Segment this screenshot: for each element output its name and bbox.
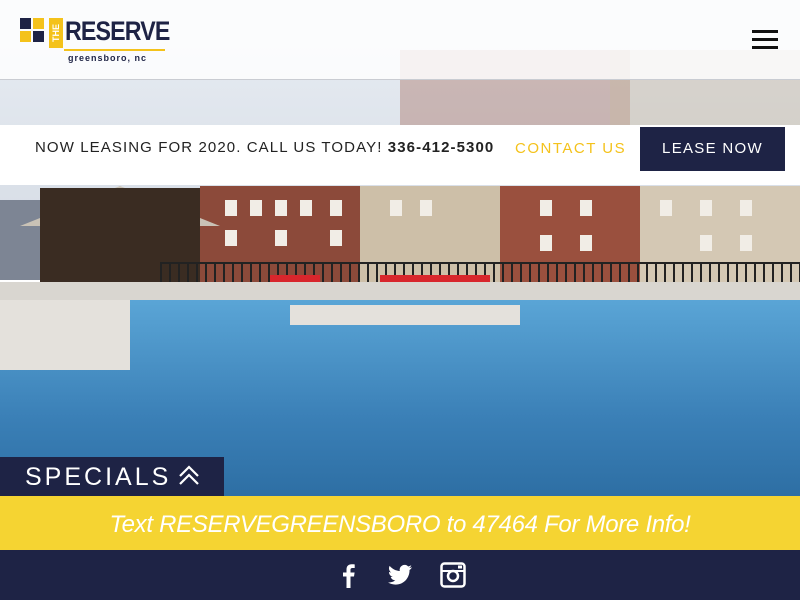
logo-city: greensboro, nc xyxy=(68,53,148,63)
logo-wordmark: RESERVE xyxy=(65,16,170,46)
logo-the-text: THE xyxy=(49,18,63,48)
contact-us-link[interactable]: CONTACT US xyxy=(515,140,626,157)
text-info-message: Text RESERVEGREENSBORO to 47464 For More… xyxy=(109,511,691,538)
logo-underline xyxy=(64,49,165,51)
phone-link[interactable]: 336-412-5300 xyxy=(388,139,495,156)
hamburger-menu-icon[interactable] xyxy=(752,30,780,54)
social-footer xyxy=(0,550,800,600)
site-logo[interactable]: THE RESERVE greensboro, nc xyxy=(20,16,170,68)
lease-now-button[interactable]: LEASE NOW xyxy=(640,127,785,171)
instagram-icon[interactable] xyxy=(440,562,466,588)
announcement-text: NOW LEASING FOR 2020. CALL US TODAY! xyxy=(35,139,383,156)
site-header: THE RESERVE greensboro, nc xyxy=(0,0,800,80)
text-info-banner[interactable]: Text RESERVEGREENSBORO to 47464 For More… xyxy=(0,496,800,550)
leasing-announcement: NOW LEASING FOR 2020. CALL US TODAY! 336… xyxy=(35,139,494,157)
facebook-icon[interactable] xyxy=(336,562,362,588)
specials-tab[interactable]: SPECIALS xyxy=(0,457,224,496)
twitter-icon[interactable] xyxy=(387,562,413,588)
leasing-bar: NOW LEASING FOR 2020. CALL US TODAY! 336… xyxy=(0,125,800,185)
double-chevron-up-icon xyxy=(179,465,199,485)
specials-label: SPECIALS xyxy=(25,463,172,491)
